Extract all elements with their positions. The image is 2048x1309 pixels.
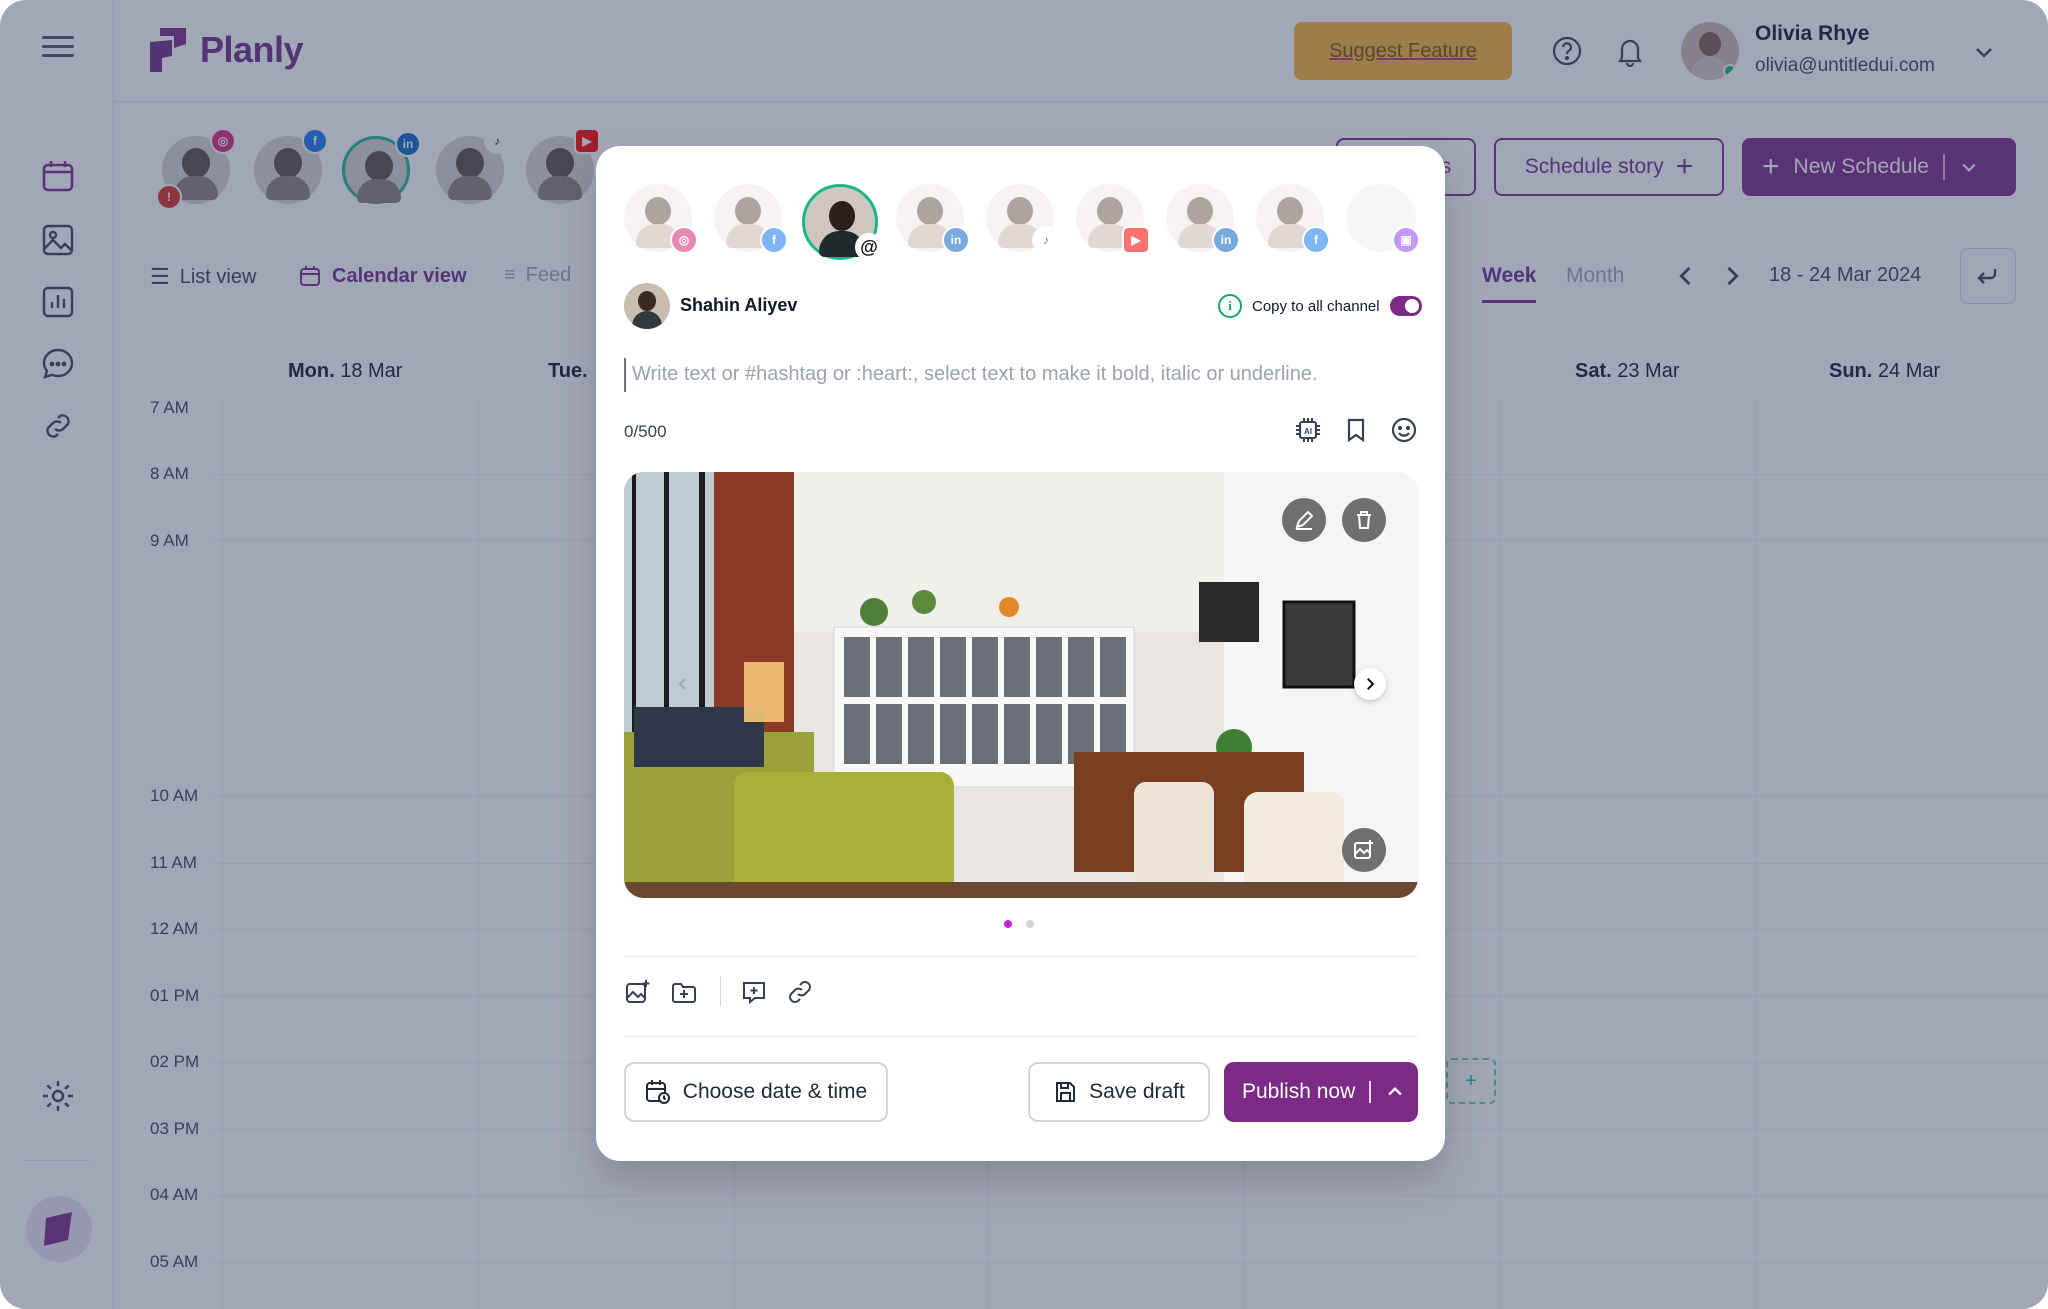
- choose-date-time-button[interactable]: Choose date & time: [624, 1062, 888, 1122]
- add-media-icon[interactable]: [624, 978, 652, 1006]
- modal-channel-linkedin[interactable]: in: [896, 184, 970, 254]
- choose-date-time-label: Choose date & time: [682, 1080, 868, 1103]
- modal-channel-tiktok[interactable]: ♪: [986, 184, 1060, 254]
- chevron-left-icon: [678, 678, 686, 690]
- folder-add-icon[interactable]: [670, 978, 698, 1006]
- save-draft-button[interactable]: Save draft: [1028, 1062, 1210, 1122]
- toolbar-divider: [720, 976, 721, 1006]
- youtube-icon: ▶: [1122, 226, 1150, 254]
- save-icon: [1056, 1082, 1076, 1102]
- link-icon[interactable]: [786, 978, 814, 1006]
- add-image-button[interactable]: [1342, 828, 1386, 872]
- copy-to-all-toggle[interactable]: [1389, 296, 1422, 316]
- svg-text:AI: AI: [1304, 427, 1312, 436]
- tiktok-icon: ♪: [1032, 226, 1060, 254]
- bookmark-icon[interactable]: [1342, 416, 1370, 444]
- edit-image-button[interactable]: [1282, 498, 1326, 542]
- modal-channel-facebook-2[interactable]: f: [1256, 184, 1330, 254]
- threads-icon: @: [855, 233, 883, 261]
- modal-channel-youtube[interactable]: ▶: [1076, 184, 1150, 254]
- trash-icon: [1357, 511, 1371, 529]
- copy-to-all-control: i Copy to all channel: [1218, 294, 1422, 318]
- prev-image-button[interactable]: [667, 668, 699, 700]
- ai-icon[interactable]: AI: [1294, 416, 1322, 444]
- chevron-right-icon: [1367, 678, 1375, 690]
- image-preview: [624, 472, 1418, 898]
- comment-add-icon[interactable]: [740, 978, 768, 1006]
- emoji-icon[interactable]: [1390, 416, 1418, 444]
- modal-channel-threads[interactable]: @: [802, 184, 883, 261]
- facebook-icon: f: [760, 226, 788, 254]
- modal-channel-instagram[interactable]: ◎: [624, 184, 698, 254]
- instagram-icon: ◎: [670, 226, 698, 254]
- button-divider: [1369, 1081, 1372, 1103]
- divider: [624, 956, 1418, 957]
- info-icon: i: [1218, 294, 1242, 318]
- slide-indicator: [1004, 920, 1034, 928]
- slide-dot[interactable]: [1026, 920, 1034, 928]
- copy-to-all-label: Copy to all channel: [1252, 297, 1380, 315]
- publish-now-button[interactable]: Publish now: [1224, 1062, 1418, 1122]
- facebook-icon: f: [1302, 226, 1330, 254]
- publish-now-label: Publish now: [1242, 1080, 1356, 1103]
- author-name: Shahin Aliyev: [680, 295, 798, 315]
- modal-channel-linkedin-2[interactable]: in: [1166, 184, 1240, 254]
- modal-channel-facebook[interactable]: f: [714, 184, 788, 254]
- author-avatar: [624, 283, 670, 329]
- next-image-button[interactable]: [1354, 668, 1386, 700]
- modal-channel-twitch[interactable]: ▣: [1346, 184, 1420, 254]
- image-add-icon: [1354, 840, 1373, 859]
- save-draft-label: Save draft: [1089, 1080, 1185, 1103]
- linkedin-icon: in: [942, 226, 970, 254]
- delete-image-button[interactable]: [1342, 498, 1386, 542]
- post-text-input[interactable]: Write text or #hashtag or :heart:, selec…: [624, 358, 1418, 392]
- twitch-icon: ▣: [1392, 226, 1420, 254]
- chevron-up-icon[interactable]: [1385, 1082, 1405, 1102]
- compose-post-modal: ◎ f @ in ♪ ▶ in f ▣ Shahin Aliyev i Copy…: [596, 146, 1445, 1161]
- pencil-icon: [1295, 510, 1314, 530]
- slide-dot-active[interactable]: [1004, 920, 1012, 928]
- calendar-clock-icon: [645, 1080, 670, 1104]
- divider: [624, 1036, 1418, 1037]
- linkedin-icon: in: [1212, 226, 1240, 254]
- character-counter: 0/500: [624, 422, 667, 441]
